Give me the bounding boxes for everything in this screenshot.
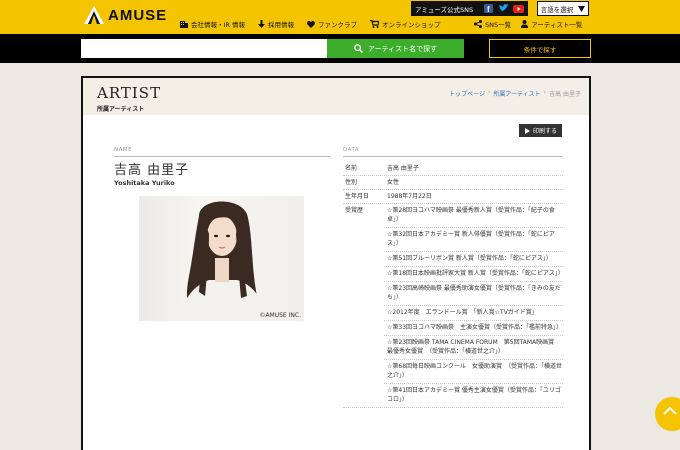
award-item: ☆第32回日本アカデミー賞 新人俳優賞（受賞作品：「蛇にピアス」） — [384, 228, 563, 252]
chevron-up-icon — [663, 406, 677, 415]
share-icon — [474, 20, 482, 28]
artist-name: 吉高 由里子 — [114, 163, 190, 178]
nav-sns-list[interactable]: SNS一覧 — [474, 19, 511, 29]
twitter-icon[interactable] — [498, 3, 509, 14]
amuse-logo[interactable]: AMUSE — [84, 6, 167, 24]
logo-text: AMUSE — [108, 6, 168, 24]
photo-credit: ©AMUSE INC. — [259, 312, 301, 319]
nav-label: 採用情報 — [268, 21, 294, 29]
name-column-label: NAME — [114, 147, 133, 153]
search-icon — [354, 44, 363, 53]
nav-label: ファンクラブ — [318, 21, 357, 29]
page-subtitle: 所属アーティスト — [97, 106, 145, 113]
nav-label: SNS一覧 — [485, 21, 512, 29]
nav-fanclub[interactable]: ファンクラブ — [307, 19, 357, 29]
nav-label: 会社情報・IR 情報 — [191, 21, 245, 29]
heart-icon — [307, 20, 315, 28]
youtube-icon[interactable] — [513, 3, 525, 14]
data-divider — [343, 156, 563, 157]
artist-data-table: 名前 吉高 由里子 性別 女性 生年月日 1988年7月22日 受賞歴 ☆第28… — [343, 162, 564, 408]
artist-detail-panel: ARTIST 所属アーティスト トップページ › 所属アーティスト › 吉高 由… — [81, 76, 591, 450]
data-value: 吉高 由里子 — [387, 165, 419, 172]
artist-romaji: Yoshitaka Yuriko — [114, 179, 175, 187]
breadcrumb-top[interactable]: トップページ — [449, 89, 485, 98]
facebook-icon[interactable]: f — [483, 3, 494, 14]
artist-photo: ©AMUSE INC. — [139, 196, 304, 321]
nav-artist-list[interactable]: アーティスト一覧 — [521, 19, 582, 29]
triangle-right-icon — [524, 127, 530, 134]
top-header: AMUSE アミューズ公式SNS f 言語を選択 会社情報・IR 情報 採用情報… — [0, 0, 680, 34]
nav-label: オンラインショップ — [382, 21, 441, 29]
print-button[interactable]: 印刷する — [519, 124, 562, 137]
nav-recruit[interactable]: 採用情報 — [258, 19, 294, 29]
awards-list: ☆第28回ヨコハマ映画祭 最優秀新人賞（受賞作品：「紀子の食卓」） ☆第32回日… — [384, 204, 564, 407]
data-key: 性別 — [345, 179, 358, 186]
person-icon — [521, 20, 529, 28]
triangle-down-icon — [578, 5, 586, 12]
download-icon — [258, 20, 265, 28]
data-column-label: DATA — [343, 147, 360, 153]
breadcrumb-current: 吉高 由里子 — [549, 91, 581, 98]
data-value: 1988年7月22日 — [387, 193, 432, 200]
language-select-button[interactable]: 言語を選択 — [537, 1, 589, 16]
data-key: 受賞歴 — [345, 207, 364, 214]
building-icon — [180, 21, 188, 28]
award-item: ☆第41回日本アカデミー賞 優秀主演女優賞（受賞作品：「ユリゴコロ」） — [387, 387, 561, 403]
logo-mark-icon — [84, 6, 104, 24]
language-label: 言語を選択 — [540, 5, 574, 14]
print-label: 印刷する — [532, 128, 557, 135]
artist-search-button[interactable]: アーティスト名で探す — [327, 39, 464, 58]
artist-search-input[interactable] — [81, 39, 327, 58]
award-item: ☆第68回毎日映画コンクール 女優助演賞 （受賞作品：「横道世之介」） — [384, 360, 563, 384]
nav-label: アーティスト一覧 — [531, 21, 583, 29]
data-row-name: 名前 吉高 由里子 — [343, 162, 563, 176]
official-sns-group: アミューズ公式SNS f — [411, 1, 529, 16]
data-key: 生年月日 — [345, 193, 370, 200]
data-key: 名前 — [345, 165, 358, 172]
award-item: ☆第33回ヨコハマ映画祭 主演女優賞（受賞作品：「檻前特急」） — [384, 321, 563, 336]
page-title: ARTIST — [97, 84, 162, 102]
svg-text:f: f — [487, 5, 490, 13]
sub-nav: SNS一覧 アーティスト一覧 — [474, 19, 592, 29]
search-bar: アーティスト名で探す 条件で探す — [0, 34, 680, 63]
breadcrumb-separator: › — [543, 89, 547, 96]
name-divider — [114, 156, 331, 157]
award-item: ☆第28回ヨコハマ映画祭 最優秀新人賞（受賞作品：「紀子の食卓」） — [384, 204, 563, 228]
nav-online-shop[interactable]: オンラインショップ — [370, 19, 441, 29]
main-nav: 会社情報・IR 情報 採用情報 ファンクラブ オンラインショップ — [180, 19, 454, 29]
data-row-birthday: 生年月日 1988年7月22日 — [343, 190, 563, 204]
award-item: ☆第23回映画祭 TAMA CINEMA FORUM 第5回TAMA映画賞 最優… — [384, 336, 563, 360]
page-header: ARTIST 所属アーティスト トップページ › 所属アーティスト › 吉高 由… — [83, 78, 589, 115]
breadcrumb-artists[interactable]: 所属アーティスト — [493, 89, 540, 98]
artist-portrait — [179, 201, 267, 321]
award-item: ☆第23回高崎映画祭 最優秀助演女優賞（受賞作品：「きみの友だち」） — [384, 282, 563, 306]
data-row-gender: 性別 女性 — [343, 176, 563, 190]
breadcrumb: トップページ › 所属アーティスト › 吉高 由里子 — [449, 89, 581, 98]
sns-label: アミューズ公式SNS — [415, 5, 474, 14]
award-item: ☆第18回日本映画批評家大賞 新人賞（受賞作品：「蛇にピアス」） — [384, 267, 564, 282]
data-row-awards: 受賞歴 ☆第28回ヨコハマ映画祭 最優秀新人賞（受賞作品：「紀子の食卓」） ☆第… — [343, 204, 564, 408]
nav-company-ir[interactable]: 会社情報・IR 情報 — [180, 19, 245, 29]
condition-button-label: 条件で探す — [523, 45, 557, 54]
award-item: ☆2012年度 エランドール賞 「新人賞☆TVガイド賞」 — [384, 306, 563, 321]
data-value: 女性 — [387, 179, 400, 186]
cart-icon — [370, 20, 379, 28]
breadcrumb-separator: › — [487, 89, 491, 96]
award-item: ☆第51回ブルーリボン賞 新人賞（受賞作品：「蛇にピアス」） — [384, 252, 563, 267]
condition-search-button[interactable]: 条件で探す — [489, 39, 591, 58]
search-button-label: アーティスト名で探す — [367, 44, 438, 53]
page-top-button[interactable] — [655, 397, 680, 431]
